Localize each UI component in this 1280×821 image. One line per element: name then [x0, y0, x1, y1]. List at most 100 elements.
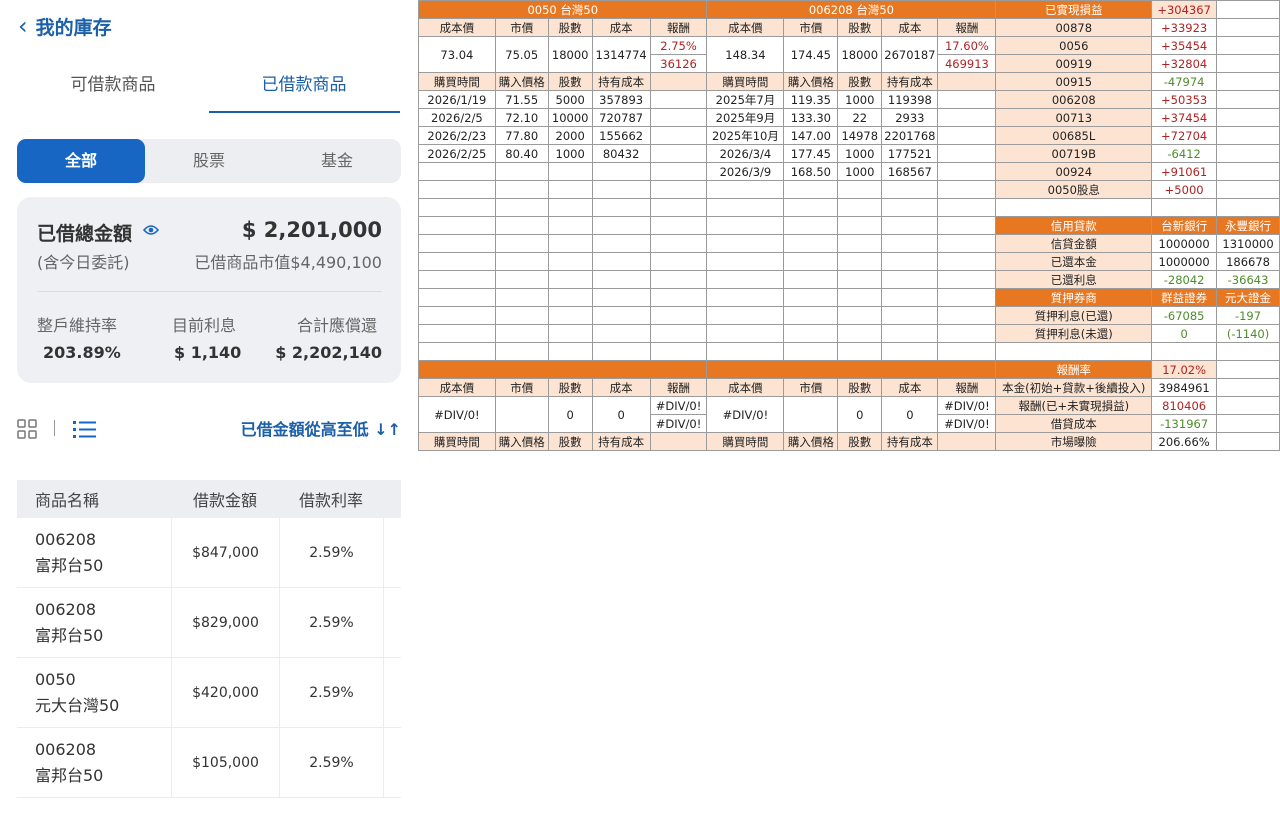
sheet-cell[interactable]	[418, 216, 496, 235]
sheet-cell[interactable]	[649, 198, 708, 217]
sheet-cell[interactable]	[649, 234, 708, 253]
sheet-cell[interactable]: 1314774	[591, 36, 651, 73]
sheet-cell[interactable]: -197	[1216, 306, 1280, 325]
sheet-cell[interactable]	[547, 270, 593, 289]
sheet-cell[interactable]	[1216, 360, 1280, 379]
sheet-cell[interactable]	[494, 234, 549, 253]
sheet-cell[interactable]	[837, 306, 883, 325]
sheet-cell[interactable]	[547, 288, 593, 307]
sheet-cell[interactable]	[706, 216, 785, 235]
sheet-cell[interactable]	[706, 342, 785, 361]
sheet-cell[interactable]	[937, 270, 997, 289]
sheet-cell[interactable]	[706, 198, 785, 217]
sheet-cell[interactable]: 已還本金	[995, 252, 1153, 271]
sheet-cell[interactable]	[881, 180, 939, 199]
sheet-cell[interactable]	[1216, 396, 1280, 415]
sheet-cell[interactable]: 股數	[837, 378, 883, 397]
table-row[interactable]: 006208 富邦台50 $829,000 2.59%	[17, 588, 401, 658]
sheet-cell[interactable]: 73.04	[418, 36, 496, 73]
sheet-cell[interactable]: 2026/2/25	[418, 144, 496, 163]
sheet-cell[interactable]: 206.66%	[1151, 432, 1218, 451]
sheet-cell[interactable]: 購入價格	[494, 72, 549, 91]
table-row[interactable]: 006208 富邦台50 $847,000 2.59%	[17, 518, 401, 588]
sheet-cell[interactable]: 2026/2/5	[418, 108, 496, 127]
sheet-cell[interactable]: 購買時間	[706, 72, 785, 91]
sheet-cell[interactable]	[649, 126, 708, 145]
sheet-cell[interactable]	[591, 324, 651, 343]
sheet-cell[interactable]	[591, 180, 651, 199]
sheet-cell[interactable]: 已還利息	[995, 270, 1153, 289]
sheet-cell[interactable]	[494, 342, 549, 361]
sheet-cell[interactable]	[591, 288, 651, 307]
sheet-cell[interactable]: -131967	[1151, 414, 1218, 433]
sheet-cell[interactable]	[547, 342, 593, 361]
sheet-cell[interactable]: 3984961	[1151, 378, 1218, 397]
sheet-cell[interactable]	[783, 216, 839, 235]
filter-all[interactable]: 全部	[17, 139, 145, 183]
sheet-cell[interactable]: 0050 台灣50	[418, 0, 708, 19]
sheet-cell[interactable]	[1216, 342, 1280, 361]
sheet-cell[interactable]	[881, 324, 939, 343]
sheet-cell[interactable]: 台新銀行	[1151, 216, 1218, 235]
sheet-cell[interactable]	[494, 396, 549, 433]
sheet-cell[interactable]: 119.35	[783, 90, 839, 109]
sheet-cell[interactable]: #DIV/0!	[649, 396, 708, 415]
back-button[interactable]: ‹ 我的庫存	[18, 12, 112, 40]
sheet-cell[interactable]	[881, 252, 939, 271]
sheet-cell[interactable]: 17.02%	[1151, 360, 1218, 379]
sheet-cell[interactable]: 股數	[547, 432, 593, 451]
sheet-cell[interactable]	[649, 432, 708, 451]
sheet-cell[interactable]: 報酬	[937, 378, 997, 397]
sheet-cell[interactable]: #DIV/0!	[649, 414, 708, 433]
sheet-cell[interactable]	[1216, 54, 1280, 73]
sheet-cell[interactable]	[937, 216, 997, 235]
sheet-cell[interactable]	[1151, 198, 1218, 217]
tab-borrowable[interactable]: 可借款商品	[18, 70, 208, 95]
sheet-cell[interactable]	[783, 270, 839, 289]
sheet-cell[interactable]: 持有成本	[881, 72, 939, 91]
sheet-cell[interactable]: 10000	[547, 108, 593, 127]
sheet-cell[interactable]: #DIV/0!	[418, 396, 496, 433]
sheet-cell[interactable]: 00878	[995, 18, 1153, 37]
sheet-cell[interactable]	[937, 198, 997, 217]
sheet-cell[interactable]	[706, 270, 785, 289]
sheet-cell[interactable]	[547, 180, 593, 199]
sheet-cell[interactable]: 質押利息(未還)	[995, 324, 1153, 343]
sheet-cell[interactable]	[418, 306, 496, 325]
sheet-cell[interactable]	[706, 252, 785, 271]
sheet-cell[interactable]: 成本	[591, 18, 651, 37]
sheet-cell[interactable]: 成本價	[418, 378, 496, 397]
sheet-cell[interactable]	[706, 306, 785, 325]
sheet-cell[interactable]	[649, 162, 708, 181]
sheet-cell[interactable]	[837, 270, 883, 289]
sheet-cell[interactable]	[547, 162, 593, 181]
sheet-cell[interactable]	[494, 324, 549, 343]
sheet-cell[interactable]: 177521	[881, 144, 939, 163]
sheet-cell[interactable]: 810406	[1151, 396, 1218, 415]
sheet-cell[interactable]	[881, 288, 939, 307]
sheet-cell[interactable]	[591, 342, 651, 361]
sheet-cell[interactable]	[783, 324, 839, 343]
sheet-cell[interactable]: 469913	[937, 54, 997, 73]
sheet-cell[interactable]: 2025年9月	[706, 108, 785, 127]
sheet-cell[interactable]: +5000	[1151, 180, 1218, 199]
sheet-cell[interactable]: 2201768	[881, 126, 939, 145]
sheet-cell[interactable]	[937, 108, 997, 127]
sheet-cell[interactable]: 持有成本	[591, 72, 651, 91]
sheet-cell[interactable]: 5000	[547, 90, 593, 109]
sheet-cell[interactable]: 2026/3/9	[706, 162, 785, 181]
sheet-cell[interactable]: -28042	[1151, 270, 1218, 289]
sheet-cell[interactable]: 2026/1/19	[418, 90, 496, 109]
sheet-cell[interactable]: 14978	[837, 126, 883, 145]
sheet-cell[interactable]	[649, 342, 708, 361]
sheet-cell[interactable]: -47974	[1151, 72, 1218, 91]
sheet-cell[interactable]	[783, 396, 839, 433]
sheet-cell[interactable]	[937, 432, 997, 451]
sheet-cell[interactable]	[783, 180, 839, 199]
sheet-cell[interactable]: 17.60%	[937, 36, 997, 55]
sheet-cell[interactable]: -36643	[1216, 270, 1280, 289]
sheet-cell[interactable]: 006208 台灣50	[706, 0, 997, 19]
sheet-cell[interactable]	[783, 234, 839, 253]
sheet-cell[interactable]: 借貸成本	[995, 414, 1153, 433]
sheet-cell[interactable]: 1000	[837, 144, 883, 163]
